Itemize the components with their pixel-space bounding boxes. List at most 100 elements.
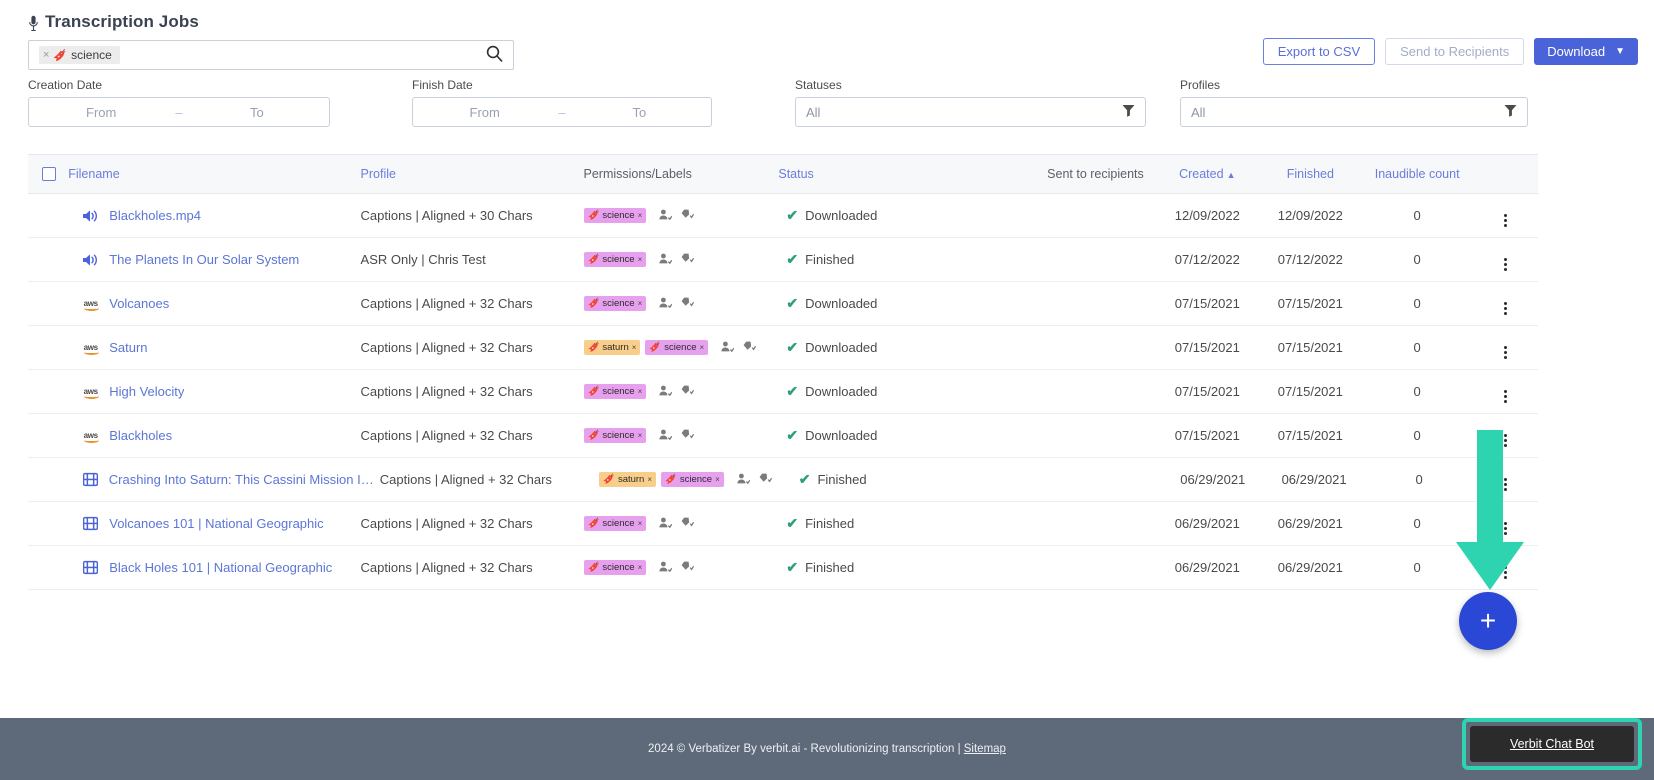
filename-link[interactable]: The Planets In Our Solar System — [109, 252, 299, 267]
creation-date-range[interactable]: From – To — [28, 97, 330, 127]
row-menu-kebab-icon[interactable] — [1503, 434, 1507, 447]
label-tag-icon[interactable] — [681, 209, 695, 223]
table-row[interactable]: aws High Velocity Captions | Aligned + 32 … — [28, 370, 1538, 414]
table-row[interactable]: Volcanoes 101 | National Geographic Capti… — [28, 502, 1538, 546]
label-chip-remove-icon[interactable]: × — [638, 299, 643, 308]
cell-row-actions — [1472, 424, 1538, 447]
table-row[interactable]: Black Holes 101 | National Geographic Cap… — [28, 546, 1538, 590]
column-header-inaudible[interactable]: Inaudible count — [1362, 167, 1473, 181]
filename-link[interactable]: Saturn — [109, 340, 147, 355]
table-row[interactable]: aws Blackholes Captions | Aligned + 32 Cha… — [28, 414, 1538, 458]
filename-link[interactable]: Volcanoes 101 | National Geographic — [109, 516, 323, 531]
finish-date-to[interactable]: To — [568, 105, 711, 120]
label-chip-remove-icon[interactable]: × — [638, 255, 643, 264]
row-menu-kebab-icon[interactable] — [1503, 390, 1507, 403]
verbit-chat-bot-button[interactable]: Verbit Chat Bot — [1470, 726, 1634, 762]
label-chip[interactable]: 🔖 science × — [645, 340, 709, 355]
label-tag-icon[interactable] — [759, 473, 772, 487]
label-chip[interactable]: 🔖 science × — [583, 560, 647, 575]
filename-link[interactable]: Volcanoes — [109, 296, 169, 311]
filter-funnel-icon[interactable] — [1122, 104, 1135, 120]
row-menu-kebab-icon[interactable] — [1503, 214, 1507, 227]
label-chip-remove-icon[interactable]: × — [638, 431, 643, 440]
column-header-finished[interactable]: Finished — [1259, 167, 1362, 181]
user-permission-icon[interactable] — [659, 297, 673, 311]
label-tag-icon[interactable] — [743, 341, 757, 355]
label-chip[interactable]: 🔖 saturn × — [583, 340, 641, 355]
table-row[interactable]: The Planets In Our Solar System ASR Only … — [28, 238, 1538, 282]
statuses-select[interactable]: All — [795, 97, 1146, 127]
filter-funnel-icon[interactable] — [1504, 104, 1517, 120]
table-row[interactable]: Crashing Into Saturn: This Cassini Missi… — [28, 458, 1538, 502]
column-header-status[interactable]: Status — [778, 167, 980, 181]
profiles-select[interactable]: All — [1180, 97, 1528, 127]
finish-date-from[interactable]: From — [413, 105, 556, 120]
column-header-created[interactable]: Created ▲ — [1156, 167, 1259, 181]
search-input[interactable]: × 🔖 science — [28, 40, 514, 70]
label-chip-remove-icon[interactable]: × — [638, 519, 643, 528]
row-select-cell — [28, 561, 68, 575]
row-menu-kebab-icon[interactable] — [1503, 346, 1507, 359]
label-chip[interactable]: 🔖 science × — [583, 252, 647, 267]
creation-date-from[interactable]: From — [29, 105, 173, 120]
export-to-csv-button[interactable]: Export to CSV — [1262, 38, 1376, 65]
label-chip-remove-icon[interactable]: × — [715, 475, 720, 484]
check-icon: ✔ — [786, 427, 799, 443]
finish-date-range[interactable]: From – To — [412, 97, 712, 127]
row-menu-kebab-icon[interactable] — [1503, 566, 1507, 579]
label-chip[interactable]: 🔖 science × — [583, 208, 647, 223]
user-permission-icon[interactable] — [659, 429, 673, 443]
label-tag-icon[interactable] — [681, 561, 695, 575]
label-chip[interactable]: 🔖 science × — [661, 472, 724, 487]
table-row[interactable]: Blackholes.mp4 Captions | Aligned + 30 Ch… — [28, 194, 1538, 238]
label-chip-remove-icon[interactable]: × — [638, 563, 643, 572]
user-permission-icon[interactable] — [659, 209, 673, 223]
filename-link[interactable]: Crashing Into Saturn: This Cassini Missi… — [109, 472, 380, 487]
column-header-filename[interactable]: Filename — [68, 167, 360, 181]
chip-remove-icon[interactable]: × — [43, 49, 49, 61]
user-permission-icon[interactable] — [659, 517, 673, 531]
check-icon: ✔ — [786, 383, 799, 399]
user-permission-icon[interactable] — [721, 341, 735, 355]
send-to-recipients-button[interactable]: Send to Recipients — [1385, 38, 1525, 65]
label-tag-icon[interactable] — [681, 385, 695, 399]
row-menu-kebab-icon[interactable] — [1503, 522, 1507, 535]
table-row[interactable]: aws Saturn Captions | Aligned + 32 Chars 🔖 s… — [28, 326, 1538, 370]
user-permission-icon[interactable] — [659, 253, 673, 267]
sitemap-link[interactable]: Sitemap — [964, 743, 1006, 755]
table-row[interactable]: aws Volcanoes Captions | Aligned + 32 Char… — [28, 282, 1538, 326]
user-permission-icon[interactable] — [659, 385, 673, 399]
label-chip-remove-icon[interactable]: × — [699, 343, 704, 352]
filename-link[interactable]: Blackholes.mp4 — [109, 208, 201, 223]
search-icon[interactable] — [486, 45, 503, 66]
download-button[interactable]: Download ▼ — [1534, 38, 1638, 65]
filename-link[interactable]: High Velocity — [109, 384, 184, 399]
label-chip-remove-icon[interactable]: × — [647, 475, 652, 484]
user-permission-icon[interactable] — [659, 561, 673, 575]
search-filter-chip[interactable]: × 🔖 science — [39, 46, 120, 64]
creation-date-to[interactable]: To — [185, 105, 329, 120]
label-chip[interactable]: 🔖 science × — [583, 428, 647, 443]
label-chip[interactable]: 🔖 science × — [583, 516, 647, 531]
row-menu-kebab-icon[interactable] — [1503, 302, 1507, 315]
label-tag-icon[interactable] — [681, 297, 695, 311]
filename-link[interactable]: Blackholes — [109, 428, 172, 443]
row-menu-kebab-icon[interactable] — [1503, 258, 1507, 271]
label-tag-icon[interactable] — [681, 429, 695, 443]
cell-inaudible-count: 0 — [1413, 208, 1421, 223]
label-chip-remove-icon[interactable]: × — [632, 343, 637, 352]
filename-link[interactable]: Black Holes 101 | National Geographic — [109, 560, 332, 575]
label-chip[interactable]: 🔖 science × — [583, 296, 647, 311]
column-header-profile[interactable]: Profile — [361, 167, 584, 181]
add-new-job-fab-button[interactable]: + — [1459, 592, 1517, 650]
label-chip[interactable]: 🔖 science × — [583, 384, 647, 399]
user-permission-icon[interactable] — [737, 473, 751, 487]
cell-status: ✔ Downloaded — [778, 339, 980, 356]
label-chip[interactable]: 🔖 saturn × — [599, 472, 657, 487]
label-chip-remove-icon[interactable]: × — [638, 211, 643, 220]
label-tag-icon[interactable] — [681, 517, 695, 531]
label-chip-remove-icon[interactable]: × — [638, 387, 643, 396]
row-menu-kebab-icon[interactable] — [1504, 478, 1508, 491]
label-tag-icon[interactable] — [681, 253, 695, 267]
select-all-checkbox[interactable] — [42, 167, 56, 181]
